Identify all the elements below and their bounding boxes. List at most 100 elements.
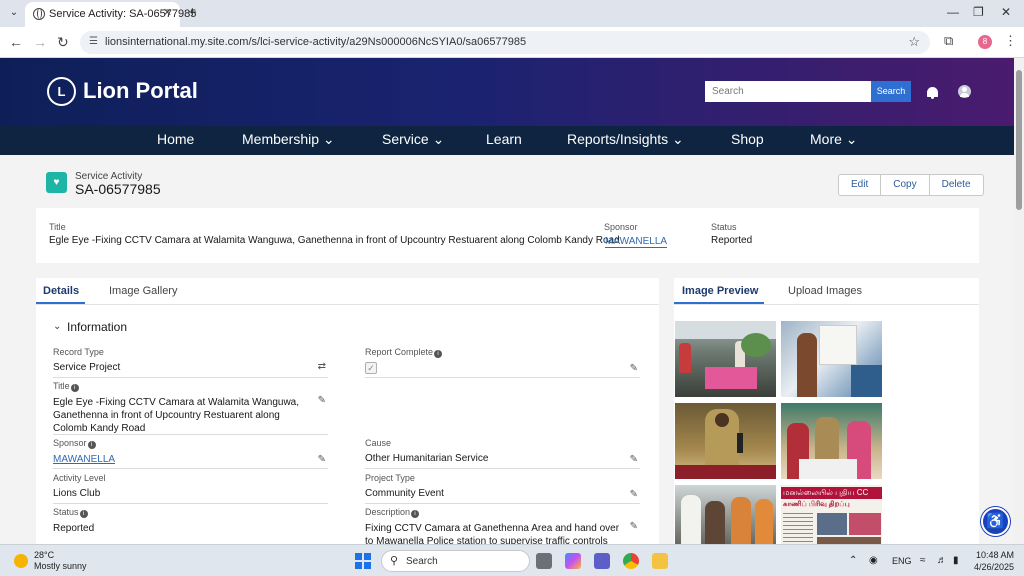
weather-description[interactable]: Mostly sunny (34, 561, 87, 571)
info-icon[interactable]: i (70, 384, 79, 392)
nav-more[interactable]: More ⌄ (810, 131, 858, 148)
wifi-icon[interactable]: ≈ (920, 555, 926, 566)
profile-avatar[interactable]: 8 (978, 35, 992, 49)
field-label: Description (365, 507, 411, 517)
user-profile-icon[interactable] (958, 85, 971, 98)
field-label-row: Report Complete i (365, 347, 640, 358)
restore-icon[interactable]: ❐ (973, 5, 984, 19)
field-label: Project Type (365, 473, 415, 483)
task-view-icon[interactable] (536, 553, 552, 569)
info-icon[interactable]: i (87, 441, 96, 449)
portal-search-input[interactable] (705, 81, 871, 102)
tray-overflow-chevron-icon[interactable]: ⌃ (849, 555, 857, 566)
portal-search-button[interactable]: Search (871, 81, 911, 102)
address-url[interactable]: lionsinternational.my.site.com/s/lci-ser… (105, 36, 526, 48)
browser-tab-active[interactable]: Service Activity: SA-06577985 ✕ (25, 2, 196, 27)
minimize-icon[interactable]: — (947, 5, 959, 19)
page-scrollbar-thumb[interactable] (1016, 70, 1022, 210)
gallery-image-3[interactable] (675, 403, 776, 479)
photo-person (681, 495, 701, 544)
speaker-icon[interactable]: ♬ (937, 555, 947, 566)
gallery-image-2[interactable] (781, 321, 882, 397)
nav-reports-insights[interactable]: Reports/Insights ⌄ (567, 131, 684, 148)
service-activity-icon: ♥ (46, 172, 67, 193)
delete-button[interactable]: Delete (930, 175, 983, 195)
gallery-image-1[interactable] (675, 321, 776, 397)
new-tab-plus-icon[interactable]: + (188, 4, 197, 21)
extensions-puzzle-icon[interactable]: ⧉ (944, 33, 953, 49)
page-scrollbar[interactable] (1014, 58, 1024, 544)
change-record-type-icon[interactable]: ⇄ (318, 361, 326, 372)
highlight-status-value: Reported (711, 235, 753, 246)
tab-image-gallery[interactable]: Image Gallery (109, 285, 177, 297)
browser-menu-icon[interactable]: ⋮ (1004, 33, 1017, 49)
clock-time[interactable]: 10:48 AM (976, 550, 1014, 560)
info-icon[interactable]: i (79, 510, 88, 518)
search-icon: ⚲ (390, 555, 399, 567)
gallery-image-4[interactable] (781, 403, 882, 479)
details-tabs: Details Image Gallery (36, 278, 659, 305)
notification-bell-icon[interactable] (927, 87, 938, 99)
nav-membership[interactable]: Membership ⌄ (242, 131, 335, 148)
field-value-row: MAWANELLA (53, 453, 328, 466)
field-value: Service Project (53, 362, 121, 373)
edit-pencil-icon[interactable]: ✎ (630, 489, 638, 500)
chevron-down-icon[interactable]: ⌄ (53, 321, 61, 332)
highlight-status-label: Status (711, 222, 737, 232)
field-activity-level: Activity Level Lions Club (53, 473, 328, 504)
edit-pencil-icon[interactable]: ✎ (318, 395, 326, 406)
close-icon[interactable]: ✕ (163, 6, 172, 19)
highlight-sponsor-link[interactable]: MAWANELLA (605, 236, 668, 248)
tab-search-chevron-icon[interactable]: ⌄ (6, 5, 22, 21)
teams-icon[interactable] (594, 553, 610, 569)
photo-person (705, 501, 725, 544)
edit-pencil-icon[interactable]: ✎ (630, 454, 638, 465)
info-icon[interactable]: i (434, 350, 443, 358)
weather-sun-icon[interactable] (14, 554, 28, 568)
nav-learn[interactable]: Learn (486, 131, 522, 147)
accessibility-icon[interactable]: ♿ (981, 507, 1010, 536)
language-indicator[interactable]: ENG (892, 556, 912, 566)
battery-icon[interactable]: ▮ (953, 555, 959, 566)
edit-pencil-icon[interactable]: ✎ (318, 454, 326, 465)
edit-pencil-icon[interactable]: ✎ (630, 521, 638, 532)
bookmark-star-icon[interactable]: ☆ (908, 34, 920, 50)
tray-app-icon[interactable]: ◉ (869, 555, 878, 566)
edit-pencil-icon[interactable]: ✎ (630, 363, 638, 374)
copy-button[interactable]: Copy (881, 175, 930, 195)
nav-home[interactable]: Home (157, 131, 194, 147)
tab-upload-images[interactable]: Upload Images (788, 285, 862, 297)
browser-toolbar: ← → ↻ ☰ lionsinternational.my.site.com/s… (0, 27, 1024, 58)
copilot-icon[interactable] (565, 553, 581, 569)
windows-start-icon[interactable] (355, 553, 371, 569)
gallery-image-5[interactable] (675, 485, 776, 544)
taskbar-search[interactable]: ⚲ Search (381, 550, 530, 572)
reload-icon[interactable]: ↻ (57, 34, 69, 51)
info-icon[interactable]: i (411, 510, 420, 518)
file-explorer-icon[interactable] (652, 553, 668, 569)
nav-service[interactable]: Service ⌄ (382, 131, 444, 148)
chrome-icon[interactable] (623, 553, 639, 569)
portal-logo-text[interactable]: Lion Portal (83, 78, 198, 104)
lions-logo-icon[interactable]: L (47, 77, 76, 106)
clock-date[interactable]: 4/26/2025 (974, 562, 1014, 572)
field-description: Description i Fixing CCTV Camara at Ganet… (365, 507, 640, 544)
site-info-icon[interactable]: ☰ (89, 36, 98, 47)
report-complete-checkbox[interactable]: ✓ (365, 362, 377, 374)
section-information-header[interactable]: Information (67, 320, 127, 334)
field-title: Title i Egle Eye -Fixing CCTV Camara at W… (53, 381, 328, 435)
field-value: Egle Eye -Fixing CCTV Camara at Walamita… (53, 397, 300, 434)
window-close-icon[interactable]: ✕ (1001, 5, 1011, 19)
tab-image-preview[interactable]: Image Preview (682, 285, 758, 297)
photo-wall (851, 365, 882, 397)
forward-arrow-icon[interactable]: → (33, 34, 47, 50)
address-bar[interactable]: ☰ lionsinternational.my.site.com/s/lci-s… (80, 31, 930, 54)
field-value: Other Humanitarian Service (365, 453, 489, 464)
weather-temperature[interactable]: 28°C (34, 550, 54, 560)
gallery-image-6[interactable]: மனல்லையில் புதிய CC காணிப் பிரிவு திறப்ப… (781, 485, 882, 544)
tab-details[interactable]: Details (43, 285, 79, 297)
back-arrow-icon[interactable]: ← (9, 34, 23, 50)
nav-shop[interactable]: Shop (731, 131, 764, 147)
sponsor-link[interactable]: MAWANELLA (53, 454, 115, 465)
edit-button[interactable]: Edit (839, 175, 882, 195)
